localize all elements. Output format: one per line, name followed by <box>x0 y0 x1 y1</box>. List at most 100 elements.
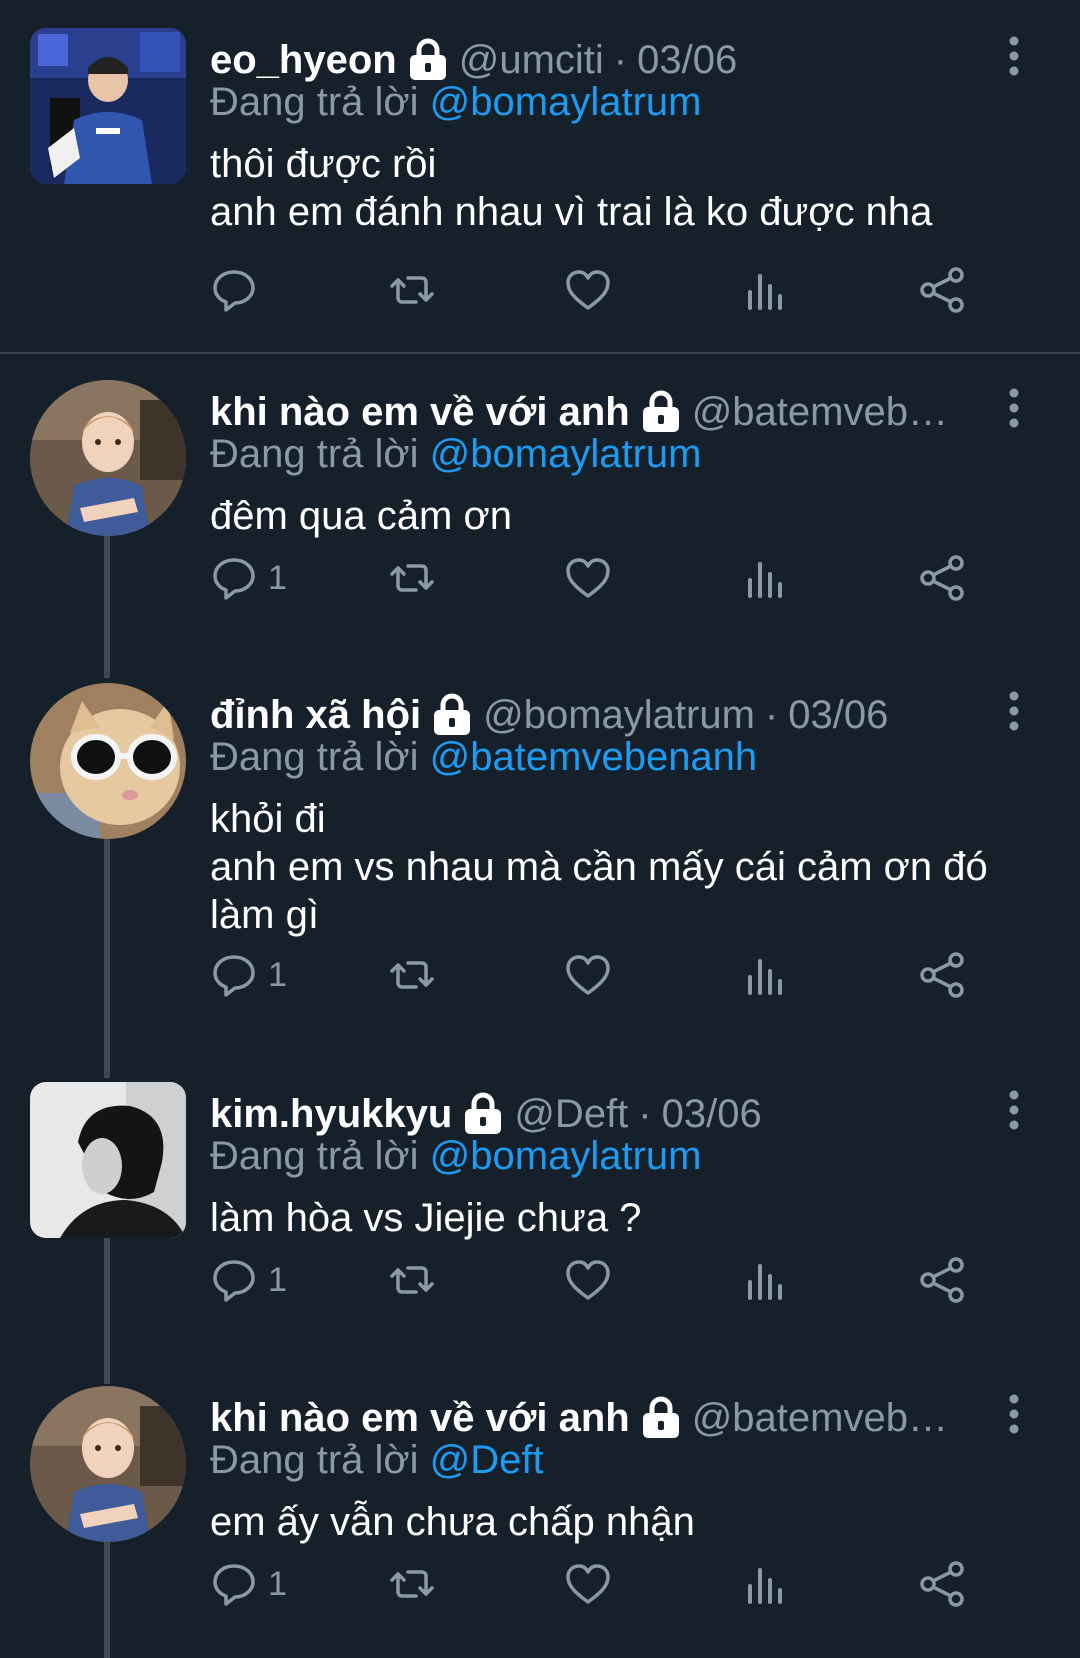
display-name[interactable]: kim.hyukkyu <box>210 1092 452 1137</box>
avatar[interactable] <box>30 380 186 536</box>
retweet-button[interactable] <box>388 1252 436 1308</box>
tweet-date[interactable]: 03/06 <box>637 38 737 83</box>
tweet-text: em ấy vẫn chưa chấp nhận <box>210 1500 695 1544</box>
views-button[interactable] <box>742 1556 790 1612</box>
bar-chart-icon <box>742 554 790 602</box>
tweet-divider <box>0 352 1080 354</box>
mention-link[interactable]: @bomaylatrum <box>430 432 702 476</box>
share-icon <box>918 1256 966 1304</box>
replying-to-label: Đang trả lời <box>210 735 419 779</box>
retweet-button[interactable] <box>388 947 436 1003</box>
lock-icon <box>640 390 682 434</box>
user-handle[interactable]: @bomaylatrum <box>483 693 755 738</box>
share-button[interactable] <box>918 1556 966 1612</box>
replying-to: Đang trả lời @bomaylatrum <box>210 80 701 125</box>
tweet-text: khỏi đi anh em vs nhau mà cần mấy cái cả… <box>210 797 988 937</box>
tweet[interactable]: eo_hyeon @umciti · 03/06 Đang trả lời @b… <box>0 28 1080 348</box>
share-button[interactable] <box>918 550 966 606</box>
heart-icon <box>564 266 612 314</box>
views-button[interactable] <box>742 550 790 606</box>
action-bar <box>210 262 1010 318</box>
retweet-button[interactable] <box>388 262 436 318</box>
bar-chart-icon <box>742 1560 790 1608</box>
tweet-text: thôi được rồi anh em đánh nhau vì trai l… <box>210 142 933 234</box>
lock-icon <box>640 1396 682 1440</box>
like-button[interactable] <box>564 947 612 1003</box>
tweet[interactable]: khi nào em về với anh @batemveben... Đan… <box>0 380 1080 650</box>
reply-button[interactable] <box>210 262 268 318</box>
avatar[interactable] <box>30 28 186 184</box>
replying-to: Đang trả lời @batemvebenanh <box>210 735 757 780</box>
retweet-button[interactable] <box>388 550 436 606</box>
views-button[interactable] <box>742 947 790 1003</box>
vertical-dots-icon[interactable] <box>1008 1394 1020 1434</box>
reply-button[interactable]: 1 <box>210 1252 287 1308</box>
share-button[interactable] <box>918 947 966 1003</box>
vertical-dots-icon[interactable] <box>1008 388 1020 428</box>
display-name[interactable]: khi nào em về với anh <box>210 390 630 435</box>
tweet[interactable]: đỉnh xã hội @bomaylatrum · 03/06 Đang tr… <box>0 683 1080 1063</box>
like-button[interactable] <box>564 1252 612 1308</box>
heart-icon <box>564 1560 612 1608</box>
tweet-date[interactable]: 03/06 <box>662 1092 762 1137</box>
display-name[interactable]: eo_hyeon <box>210 38 397 83</box>
views-button[interactable] <box>742 262 790 318</box>
mention-link[interactable]: @bomaylatrum <box>430 1134 702 1178</box>
lock-icon <box>462 1092 504 1136</box>
action-bar: 1 <box>210 550 1010 606</box>
speech-bubble-icon <box>210 951 258 999</box>
bar-chart-icon <box>742 951 790 999</box>
mention-link[interactable]: @bomaylatrum <box>430 80 702 124</box>
display-name[interactable]: khi nào em về với anh <box>210 1396 630 1441</box>
heart-icon <box>564 951 612 999</box>
replying-to-label: Đang trả lời <box>210 1438 419 1482</box>
user-handle[interactable]: @batemveben... <box>692 1396 970 1441</box>
retweet-arrows-icon <box>388 1560 436 1608</box>
replying-to-label: Đang trả lời <box>210 432 419 476</box>
reply-button[interactable]: 1 <box>210 1556 287 1612</box>
like-button[interactable] <box>564 262 612 318</box>
tweet[interactable]: kim.hyukkyu @Deft · 03/06 Đang trả lời @… <box>0 1082 1080 1362</box>
retweet-button[interactable] <box>388 1556 436 1612</box>
speech-bubble-icon <box>210 1256 258 1304</box>
reply-button[interactable]: 1 <box>210 550 287 606</box>
vertical-dots-icon[interactable] <box>1008 691 1020 731</box>
replying-to-label: Đang trả lời <box>210 1134 419 1178</box>
replying-to: Đang trả lời @bomaylatrum <box>210 1134 701 1179</box>
retweet-arrows-icon <box>388 951 436 999</box>
like-button[interactable] <box>564 550 612 606</box>
tweet[interactable]: khi nào em về với anh @batemveben... Đan… <box>0 1386 1080 1658</box>
avatar[interactable] <box>30 683 186 839</box>
bar-chart-icon <box>742 1256 790 1304</box>
display-name[interactable]: đỉnh xã hội <box>210 693 421 738</box>
action-bar: 1 <box>210 1556 1010 1612</box>
mention-link[interactable]: @Deft <box>430 1438 544 1482</box>
avatar[interactable] <box>30 1386 186 1542</box>
vertical-dots-icon[interactable] <box>1008 36 1020 76</box>
reply-count: 1 <box>268 955 287 994</box>
views-button[interactable] <box>742 1252 790 1308</box>
share-button[interactable] <box>918 1252 966 1308</box>
reply-count: 1 <box>268 1564 287 1603</box>
tweet-date[interactable]: 03/06 <box>788 693 888 738</box>
heart-icon <box>564 1256 612 1304</box>
user-handle[interactable]: @Deft <box>514 1092 628 1137</box>
vertical-dots-icon[interactable] <box>1008 1090 1020 1130</box>
reply-button[interactable]: 1 <box>210 947 287 1003</box>
avatar[interactable] <box>30 1082 186 1238</box>
user-handle[interactable]: @batemveben... <box>692 390 970 435</box>
share-icon <box>918 554 966 602</box>
reply-count: 1 <box>268 558 287 597</box>
share-button[interactable] <box>918 262 966 318</box>
retweet-arrows-icon <box>388 266 436 314</box>
speech-bubble-icon <box>210 554 258 602</box>
separator-dot: · <box>613 37 628 82</box>
bar-chart-icon <box>742 266 790 314</box>
lock-icon <box>431 693 473 737</box>
retweet-arrows-icon <box>388 554 436 602</box>
speech-bubble-icon <box>210 266 258 314</box>
retweet-arrows-icon <box>388 1256 436 1304</box>
like-button[interactable] <box>564 1556 612 1612</box>
user-handle[interactable]: @umciti <box>459 38 604 83</box>
mention-link[interactable]: @batemvebenanh <box>430 735 758 779</box>
